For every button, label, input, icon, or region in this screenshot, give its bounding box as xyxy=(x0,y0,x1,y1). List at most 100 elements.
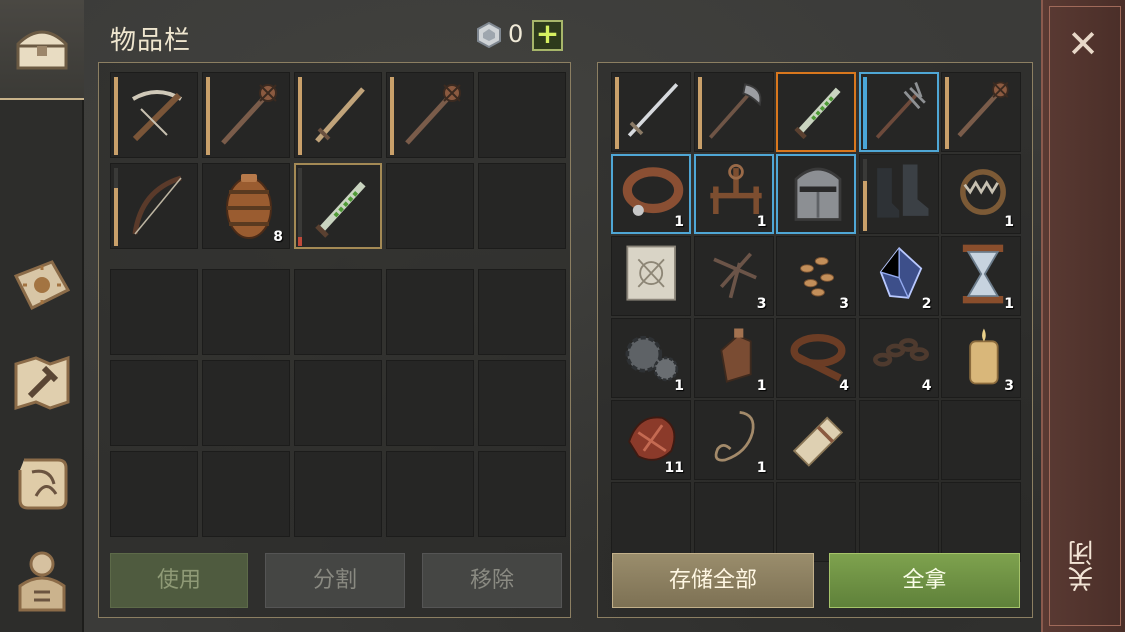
durability-bar xyxy=(615,77,619,149)
halberd-icon xyxy=(708,83,761,139)
durability-bar xyxy=(114,77,118,155)
container-slot[interactable]: 1 xyxy=(611,318,691,398)
close-icon[interactable]: ✕ xyxy=(1060,24,1106,64)
sun-tome-icon[interactable] xyxy=(10,254,74,318)
inventory-slot[interactable] xyxy=(386,163,474,249)
container-slot[interactable]: 1 xyxy=(693,154,774,234)
crafting-map-icon[interactable] xyxy=(10,350,74,414)
durability-bar xyxy=(697,77,702,149)
container-slot[interactable]: 1 xyxy=(941,236,1021,316)
inventory-slot[interactable] xyxy=(294,163,382,249)
durability-bar xyxy=(862,77,867,149)
container-slot[interactable]: 2 xyxy=(858,236,939,316)
container-slot[interactable]: 4 xyxy=(776,318,856,398)
quest-scroll-icon[interactable] xyxy=(10,450,74,514)
remove-button[interactable]: 移除 xyxy=(422,553,562,608)
container-slot[interactable] xyxy=(941,482,1021,562)
inventory-slot[interactable] xyxy=(386,269,474,355)
item-quantity: 4 xyxy=(839,378,849,394)
container-slot[interactable] xyxy=(611,72,691,152)
split-button[interactable]: 分割 xyxy=(265,553,405,608)
inventory-slot[interactable] xyxy=(478,269,566,355)
inventory-slot[interactable] xyxy=(294,72,382,158)
inventory-slot[interactable] xyxy=(386,72,474,158)
inventory-slot[interactable] xyxy=(202,451,290,537)
close-panel[interactable] xyxy=(1041,0,1125,632)
durability-bar xyxy=(862,159,867,231)
inventory-slot[interactable] xyxy=(294,451,382,537)
inventory-title: 物品栏 xyxy=(110,26,192,56)
character-icon[interactable] xyxy=(10,548,74,612)
container-slot[interactable]: 1 xyxy=(693,318,774,398)
inventory-tab[interactable] xyxy=(0,0,84,100)
blueprint-icon xyxy=(626,245,676,301)
boots-icon xyxy=(876,164,928,218)
inventory-slot[interactable] xyxy=(110,451,198,537)
inventory-slot[interactable] xyxy=(386,451,474,537)
container-slot[interactable] xyxy=(776,154,856,234)
scroll-icon xyxy=(792,416,844,467)
item-quantity: 3 xyxy=(1004,378,1014,394)
currency-count: 0 xyxy=(508,20,524,48)
container-slot[interactable] xyxy=(776,482,856,562)
inventory-slot[interactable] xyxy=(202,269,290,355)
inventory-slot[interactable] xyxy=(202,72,290,158)
inventory-slot[interactable] xyxy=(478,451,566,537)
item-quantity: 3 xyxy=(756,296,767,312)
crossbow-icon xyxy=(131,90,183,142)
inventory-slot[interactable] xyxy=(294,269,382,355)
container-slot[interactable] xyxy=(858,154,939,234)
item-quantity: 2 xyxy=(921,296,932,312)
container-slot[interactable] xyxy=(776,400,856,480)
durability-bar xyxy=(114,168,118,246)
mace-icon xyxy=(957,81,1009,138)
durability-bar xyxy=(945,77,949,149)
container-slot[interactable]: 3 xyxy=(776,236,856,316)
add-currency-button[interactable]: + xyxy=(532,20,563,51)
poisoned-dagger-icon xyxy=(794,87,841,140)
container-slot[interactable] xyxy=(941,400,1021,480)
close-label: 关闭 xyxy=(1068,540,1098,592)
container-slot[interactable] xyxy=(941,72,1021,152)
container-slot[interactable] xyxy=(858,482,939,562)
inventory-slot[interactable] xyxy=(110,72,198,158)
sword-icon xyxy=(315,87,365,143)
container-slot[interactable] xyxy=(611,236,691,316)
item-quantity: 1 xyxy=(756,214,767,230)
container-slot[interactable]: 3 xyxy=(941,318,1021,398)
silver-coin-icon xyxy=(477,22,501,48)
inventory-slot[interactable] xyxy=(294,360,382,446)
use-button[interactable]: 使用 xyxy=(110,553,248,608)
inventory-slot[interactable] xyxy=(110,269,198,355)
take-all-button[interactable]: 全拿 xyxy=(829,553,1020,608)
container-slot[interactable] xyxy=(776,72,856,152)
item-quantity: 1 xyxy=(756,460,767,476)
container-slot[interactable]: 1 xyxy=(941,154,1021,234)
container-slot[interactable]: 3 xyxy=(693,236,774,316)
chest-icon xyxy=(16,30,68,70)
container-slot[interactable]: 4 xyxy=(858,318,939,398)
item-quantity: 1 xyxy=(674,378,684,394)
container-slot[interactable] xyxy=(611,482,691,562)
durability-bar xyxy=(206,77,210,155)
inventory-slot[interactable] xyxy=(110,360,198,446)
store-all-button[interactable]: 存储全部 xyxy=(612,553,814,608)
container-slot[interactable]: 1 xyxy=(693,400,774,480)
inventory-slot[interactable] xyxy=(478,163,566,249)
inventory-slot[interactable] xyxy=(202,360,290,446)
item-quantity: 8 xyxy=(273,229,283,245)
inventory-slot[interactable] xyxy=(478,360,566,446)
item-quantity: 1 xyxy=(1004,214,1014,230)
inventory-slot[interactable] xyxy=(386,360,474,446)
inventory-slot[interactable] xyxy=(110,163,198,249)
container-slot[interactable]: 11 xyxy=(611,400,691,480)
container-slot[interactable] xyxy=(858,72,939,152)
container-slot[interactable] xyxy=(693,72,774,152)
container-slot[interactable] xyxy=(858,400,939,480)
durability-bar xyxy=(298,77,302,155)
inventory-slot[interactable] xyxy=(478,72,566,158)
container-slot[interactable] xyxy=(693,482,774,562)
container-slot[interactable]: 1 xyxy=(611,154,691,234)
inventory-slot[interactable]: 8 xyxy=(202,163,290,249)
container-inventory-panel: 1 1 1 3 3 2 1 1 1 4 4 3 11 1 xyxy=(597,62,1033,618)
